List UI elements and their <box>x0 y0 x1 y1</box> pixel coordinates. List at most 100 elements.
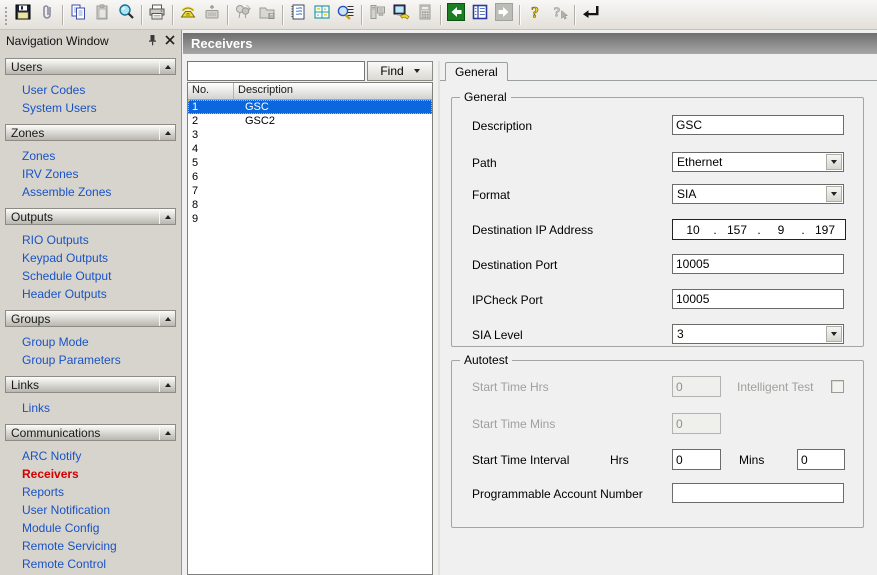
table-row[interactable]: 6 <box>188 170 432 184</box>
dial-button[interactable] <box>176 3 200 27</box>
sidebar-item-remote-servicing[interactable]: Remote Servicing <box>0 537 181 555</box>
row-no: 3 <box>188 128 234 142</box>
toolbar-separator <box>361 5 362 25</box>
sidebar-item-arc-notify[interactable]: ARC Notify <box>0 447 181 465</box>
row-no: 4 <box>188 142 234 156</box>
save-button[interactable] <box>11 3 35 27</box>
remote-connect-button[interactable] <box>389 3 413 27</box>
sidebar-item-group-mode[interactable]: Group Mode <box>0 333 181 351</box>
tab-general[interactable]: General <box>445 62 508 81</box>
dropdown-button[interactable] <box>826 154 842 170</box>
ip-octet-4[interactable]: 197 <box>805 223 845 237</box>
sidebar-item-rio-outputs[interactable]: RIO Outputs <box>0 231 181 249</box>
row-no: 1 <box>188 100 234 114</box>
collapse-button[interactable] <box>159 377 175 392</box>
interval-mins-field[interactable] <box>797 449 845 470</box>
sidebar-item-system-users[interactable]: System Users <box>0 99 181 117</box>
sidebar-item-irv-zones[interactable]: IRV Zones <box>0 165 181 183</box>
attach-button[interactable] <box>35 3 59 27</box>
print-button[interactable] <box>145 3 169 27</box>
ip-octet-1[interactable]: 10 <box>673 223 713 237</box>
table-row[interactable]: 9 <box>188 212 432 226</box>
collapse-button[interactable] <box>159 209 175 224</box>
collapse-button[interactable] <box>159 125 175 140</box>
pin-button[interactable] <box>144 33 161 49</box>
find-row: Find <box>187 61 433 81</box>
ip-octet-3[interactable]: 9 <box>761 223 801 237</box>
nav-section-header-zones[interactable]: Zones <box>5 124 176 141</box>
toolbar-separator <box>519 5 520 25</box>
programmable-account-field[interactable] <box>672 483 844 503</box>
start-time-mins-field <box>672 413 721 434</box>
workstation-button <box>365 3 389 27</box>
collapse-button[interactable] <box>159 59 175 74</box>
sidebar-item-zones[interactable]: Zones <box>0 147 181 165</box>
table-row[interactable]: 1GSC <box>188 100 432 114</box>
sidebar-item-user-notification[interactable]: User Notification <box>0 501 181 519</box>
sia-level-dropdown[interactable]: 3 <box>672 324 844 344</box>
help-button[interactable]: ? <box>523 3 547 27</box>
sidebar-item-user-codes[interactable]: User Codes <box>0 81 181 99</box>
find-input[interactable] <box>187 61 365 81</box>
dropdown-button[interactable] <box>826 326 842 342</box>
column-header-no[interactable]: No. <box>188 83 234 99</box>
general-groupbox: General Description Path Ethernet <box>451 97 864 347</box>
toolbar-separator <box>141 5 142 25</box>
return-arrow-icon <box>580 2 600 27</box>
groupbox-title: Autotest <box>460 353 512 367</box>
back-button[interactable] <box>444 3 468 27</box>
sidebar-item-module-config[interactable]: Module Config <box>0 519 181 537</box>
sidebar-item-group-parameters[interactable]: Group Parameters <box>0 351 181 369</box>
toolbar: ? ? <box>0 0 877 30</box>
ip-octet-2[interactable]: 157 <box>717 223 757 237</box>
find-button-label: Find <box>380 64 403 78</box>
sidebar-item-schedule-output[interactable]: Schedule Output <box>0 267 181 285</box>
nav-section-header-links[interactable]: Links <box>5 376 176 393</box>
sidebar-item-keypad-outputs[interactable]: Keypad Outputs <box>0 249 181 267</box>
find-button[interactable]: Find <box>367 61 433 81</box>
description-field[interactable] <box>672 115 844 135</box>
sidebar-item-remote-control[interactable]: Remote Control <box>0 555 181 573</box>
sidebar-item-assemble-zones[interactable]: Assemble Zones <box>0 183 181 201</box>
interval-hrs-field[interactable] <box>672 449 721 470</box>
close-button[interactable] <box>161 33 178 49</box>
copy-button[interactable] <box>66 3 90 27</box>
context-help-icon: ? <box>549 2 569 27</box>
form-view-button[interactable] <box>468 3 492 27</box>
panel-layout-button[interactable] <box>310 3 334 27</box>
sidebar-item-receivers[interactable]: Receivers <box>0 465 181 483</box>
ipcheck-port-field[interactable] <box>672 289 844 309</box>
nav-section-header-users[interactable]: Users <box>5 58 176 75</box>
return-button[interactable] <box>578 3 602 27</box>
table-row[interactable]: 5 <box>188 156 432 170</box>
sidebar-item-header-outputs[interactable]: Header Outputs <box>0 285 181 303</box>
table-row[interactable]: 3 <box>188 128 432 142</box>
nav-section-header-communications[interactable]: Communications <box>5 424 176 441</box>
nav-section-header-outputs[interactable]: Outputs <box>5 208 176 225</box>
log-button[interactable] <box>286 3 310 27</box>
svg-text:?: ? <box>554 6 561 21</box>
collapse-button[interactable] <box>159 425 175 440</box>
computer-tower-icon <box>367 2 387 27</box>
find-records-button[interactable] <box>334 3 358 27</box>
row-no: 9 <box>188 212 234 226</box>
search-list-icon <box>336 2 356 27</box>
table-row[interactable]: 7 <box>188 184 432 198</box>
destination-port-field[interactable] <box>672 254 844 274</box>
destination-ip-field[interactable]: 10 . 157 . 9 . 197 <box>672 219 846 240</box>
table-row[interactable]: 8 <box>188 198 432 212</box>
table-row[interactable]: 2GSC2 <box>188 114 432 128</box>
toolbar-grip[interactable] <box>3 5 7 25</box>
sidebar-item-links[interactable]: Links <box>0 399 181 417</box>
table-row[interactable]: 4 <box>188 142 432 156</box>
column-header-description[interactable]: Description <box>234 83 432 99</box>
chevron-down-icon <box>831 192 837 196</box>
sidebar-item-reports[interactable]: Reports <box>0 483 181 501</box>
dropdown-button[interactable] <box>826 186 842 202</box>
chevron-down-icon <box>831 332 837 336</box>
zoom-button[interactable] <box>114 3 138 27</box>
collapse-button[interactable] <box>159 311 175 326</box>
format-dropdown[interactable]: SIA <box>672 184 844 204</box>
nav-section-header-groups[interactable]: Groups <box>5 310 176 327</box>
path-dropdown[interactable]: Ethernet <box>672 152 844 172</box>
